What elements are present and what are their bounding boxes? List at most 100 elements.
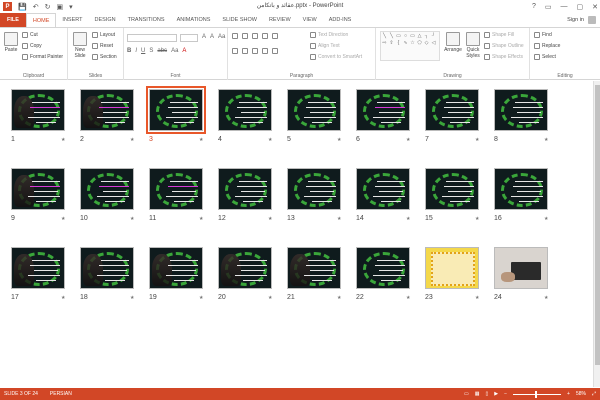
replace-button[interactable]: Replace <box>534 43 560 49</box>
select-button[interactable]: Select <box>534 54 556 60</box>
normal-view-icon[interactable]: ▭ <box>464 391 469 397</box>
shadow-button[interactable]: S <box>149 48 153 54</box>
connector-shape-icon[interactable]: ┐ <box>425 33 429 39</box>
shapes-gallery[interactable]: ╲ ╲ ▭ ○ ▭ △ ┐ ┘ ⇨ ⇧ { ∿ ☆ ⬠ ◇ ◁ <box>380 31 440 61</box>
rectangle-shape-icon[interactable]: ▭ <box>396 33 401 39</box>
transition-star-icon[interactable]: ★ <box>475 295 479 301</box>
transition-star-icon[interactable]: ★ <box>130 216 134 222</box>
transition-star-icon[interactable]: ★ <box>199 216 203 222</box>
shape-fill-button[interactable]: Shape Fill <box>484 32 514 38</box>
close-button[interactable]: ✕ <box>592 3 598 11</box>
pentagon-shape-icon[interactable]: ⬠ <box>417 40 421 46</box>
tab-slide-show[interactable]: SLIDE SHOW <box>216 13 263 27</box>
reset-button[interactable]: Reset <box>92 43 113 49</box>
transition-star-icon[interactable]: ★ <box>544 137 548 143</box>
slide-thumbnail[interactable] <box>494 89 548 131</box>
increase-indent-icon[interactable] <box>262 33 268 39</box>
transition-star-icon[interactable]: ★ <box>475 216 479 222</box>
paste-button[interactable]: Paste <box>3 32 19 53</box>
brace-shape-icon[interactable]: { <box>398 40 400 46</box>
minimize-button[interactable]: — <box>561 3 568 10</box>
line-shape-icon[interactable]: ╲ <box>383 33 386 39</box>
line-spacing-icon[interactable] <box>272 33 278 39</box>
zoom-in-button[interactable]: + <box>567 391 570 397</box>
shrink-font-icon[interactable]: A <box>210 34 214 40</box>
shape-icon[interactable]: ◁ <box>432 40 436 46</box>
font-family-select[interactable] <box>127 34 177 42</box>
redo-icon[interactable]: ↻ <box>45 3 51 11</box>
powerpoint-logo-icon[interactable]: P <box>3 2 12 11</box>
slide-thumbnail[interactable] <box>494 247 548 289</box>
transition-star-icon[interactable]: ★ <box>61 216 65 222</box>
arrow-shape-icon[interactable]: ⇧ <box>389 40 393 46</box>
transition-star-icon[interactable]: ★ <box>544 295 548 301</box>
grow-font-icon[interactable]: A <box>202 34 206 40</box>
help-icon[interactable]: ? <box>532 3 536 10</box>
layout-button[interactable]: Layout <box>92 32 115 38</box>
align-text-button[interactable]: Align Text <box>310 43 340 49</box>
decrease-indent-icon[interactable] <box>252 33 258 39</box>
transition-star-icon[interactable]: ★ <box>130 137 134 143</box>
maximize-button[interactable]: ▢ <box>577 3 584 11</box>
tab-transitions[interactable]: TRANSITIONS <box>122 13 171 27</box>
tab-animations[interactable]: ANIMATIONS <box>171 13 217 27</box>
justify-icon[interactable] <box>262 48 268 54</box>
italic-button[interactable]: I <box>135 48 137 54</box>
start-slideshow-icon[interactable]: ▣ <box>56 3 63 11</box>
bullets-icon[interactable] <box>232 33 238 39</box>
transition-star-icon[interactable]: ★ <box>199 137 203 143</box>
find-button[interactable]: Find <box>534 32 552 38</box>
transition-star-icon[interactable]: ★ <box>337 137 341 143</box>
transition-star-icon[interactable]: ★ <box>337 295 341 301</box>
slide-thumbnail[interactable] <box>149 247 203 289</box>
slide-thumbnail[interactable] <box>146 86 206 134</box>
ribbon-display-options-icon[interactable]: ▭ <box>545 3 552 11</box>
slide-thumbnail[interactable] <box>149 168 203 210</box>
zoom-level[interactable]: 58% <box>576 391 586 397</box>
reading-view-icon[interactable]: ▯ <box>486 391 489 397</box>
align-left-icon[interactable] <box>232 48 238 54</box>
font-size-select[interactable] <box>180 34 198 42</box>
slide-thumbnail[interactable] <box>356 247 410 289</box>
slide-thumbnail[interactable] <box>425 247 479 289</box>
transition-star-icon[interactable]: ★ <box>406 137 410 143</box>
transition-star-icon[interactable]: ★ <box>199 295 203 301</box>
transition-star-icon[interactable]: ★ <box>406 216 410 222</box>
change-case-button[interactable]: Aa <box>171 48 178 54</box>
new-slide-button[interactable]: New Slide <box>71 32 89 59</box>
shape-icon[interactable]: ◇ <box>425 40 429 46</box>
line-shape-icon[interactable]: ╲ <box>390 33 393 39</box>
zoom-slider[interactable] <box>513 390 562 398</box>
format-painter-button[interactable]: Format Painter <box>22 54 63 60</box>
rectangle-shape-icon[interactable]: ▭ <box>410 33 415 39</box>
bold-button[interactable]: B <box>127 48 131 54</box>
transition-star-icon[interactable]: ★ <box>337 216 341 222</box>
oval-shape-icon[interactable]: ○ <box>404 33 407 39</box>
curve-shape-icon[interactable]: ∿ <box>403 40 407 46</box>
slideshow-view-icon[interactable]: ▶ <box>494 391 498 397</box>
text-direction-button[interactable]: Text Direction <box>310 32 348 38</box>
strikethrough-button[interactable]: abc <box>157 48 167 54</box>
avatar[interactable] <box>588 16 596 24</box>
tab-home[interactable]: HOME <box>25 13 57 27</box>
quick-styles-button[interactable]: Quick Styles <box>464 32 482 59</box>
transition-star-icon[interactable]: ★ <box>61 295 65 301</box>
transition-star-icon[interactable]: ★ <box>544 216 548 222</box>
slide-thumbnail[interactable] <box>287 168 341 210</box>
cut-button[interactable]: Cut <box>22 32 38 38</box>
convert-smartart-button[interactable]: Convert to SmartArt <box>310 54 362 60</box>
undo-icon[interactable]: ↶ <box>33 3 39 11</box>
transition-star-icon[interactable]: ★ <box>61 137 65 143</box>
triangle-shape-icon[interactable]: △ <box>418 33 422 39</box>
underline-button[interactable]: U <box>141 48 145 54</box>
connector-shape-icon[interactable]: ┘ <box>432 33 436 39</box>
slide-thumbnail[interactable] <box>11 168 65 210</box>
transition-star-icon[interactable]: ★ <box>268 137 272 143</box>
slide-thumbnail[interactable] <box>287 89 341 131</box>
slide-thumbnail[interactable] <box>80 168 134 210</box>
transition-star-icon[interactable]: ★ <box>475 137 479 143</box>
numbering-icon[interactable] <box>242 33 248 39</box>
section-button[interactable]: Section <box>92 54 117 60</box>
tab-add-ins[interactable]: ADD-INS <box>323 13 358 27</box>
slide-thumbnail[interactable] <box>218 89 272 131</box>
